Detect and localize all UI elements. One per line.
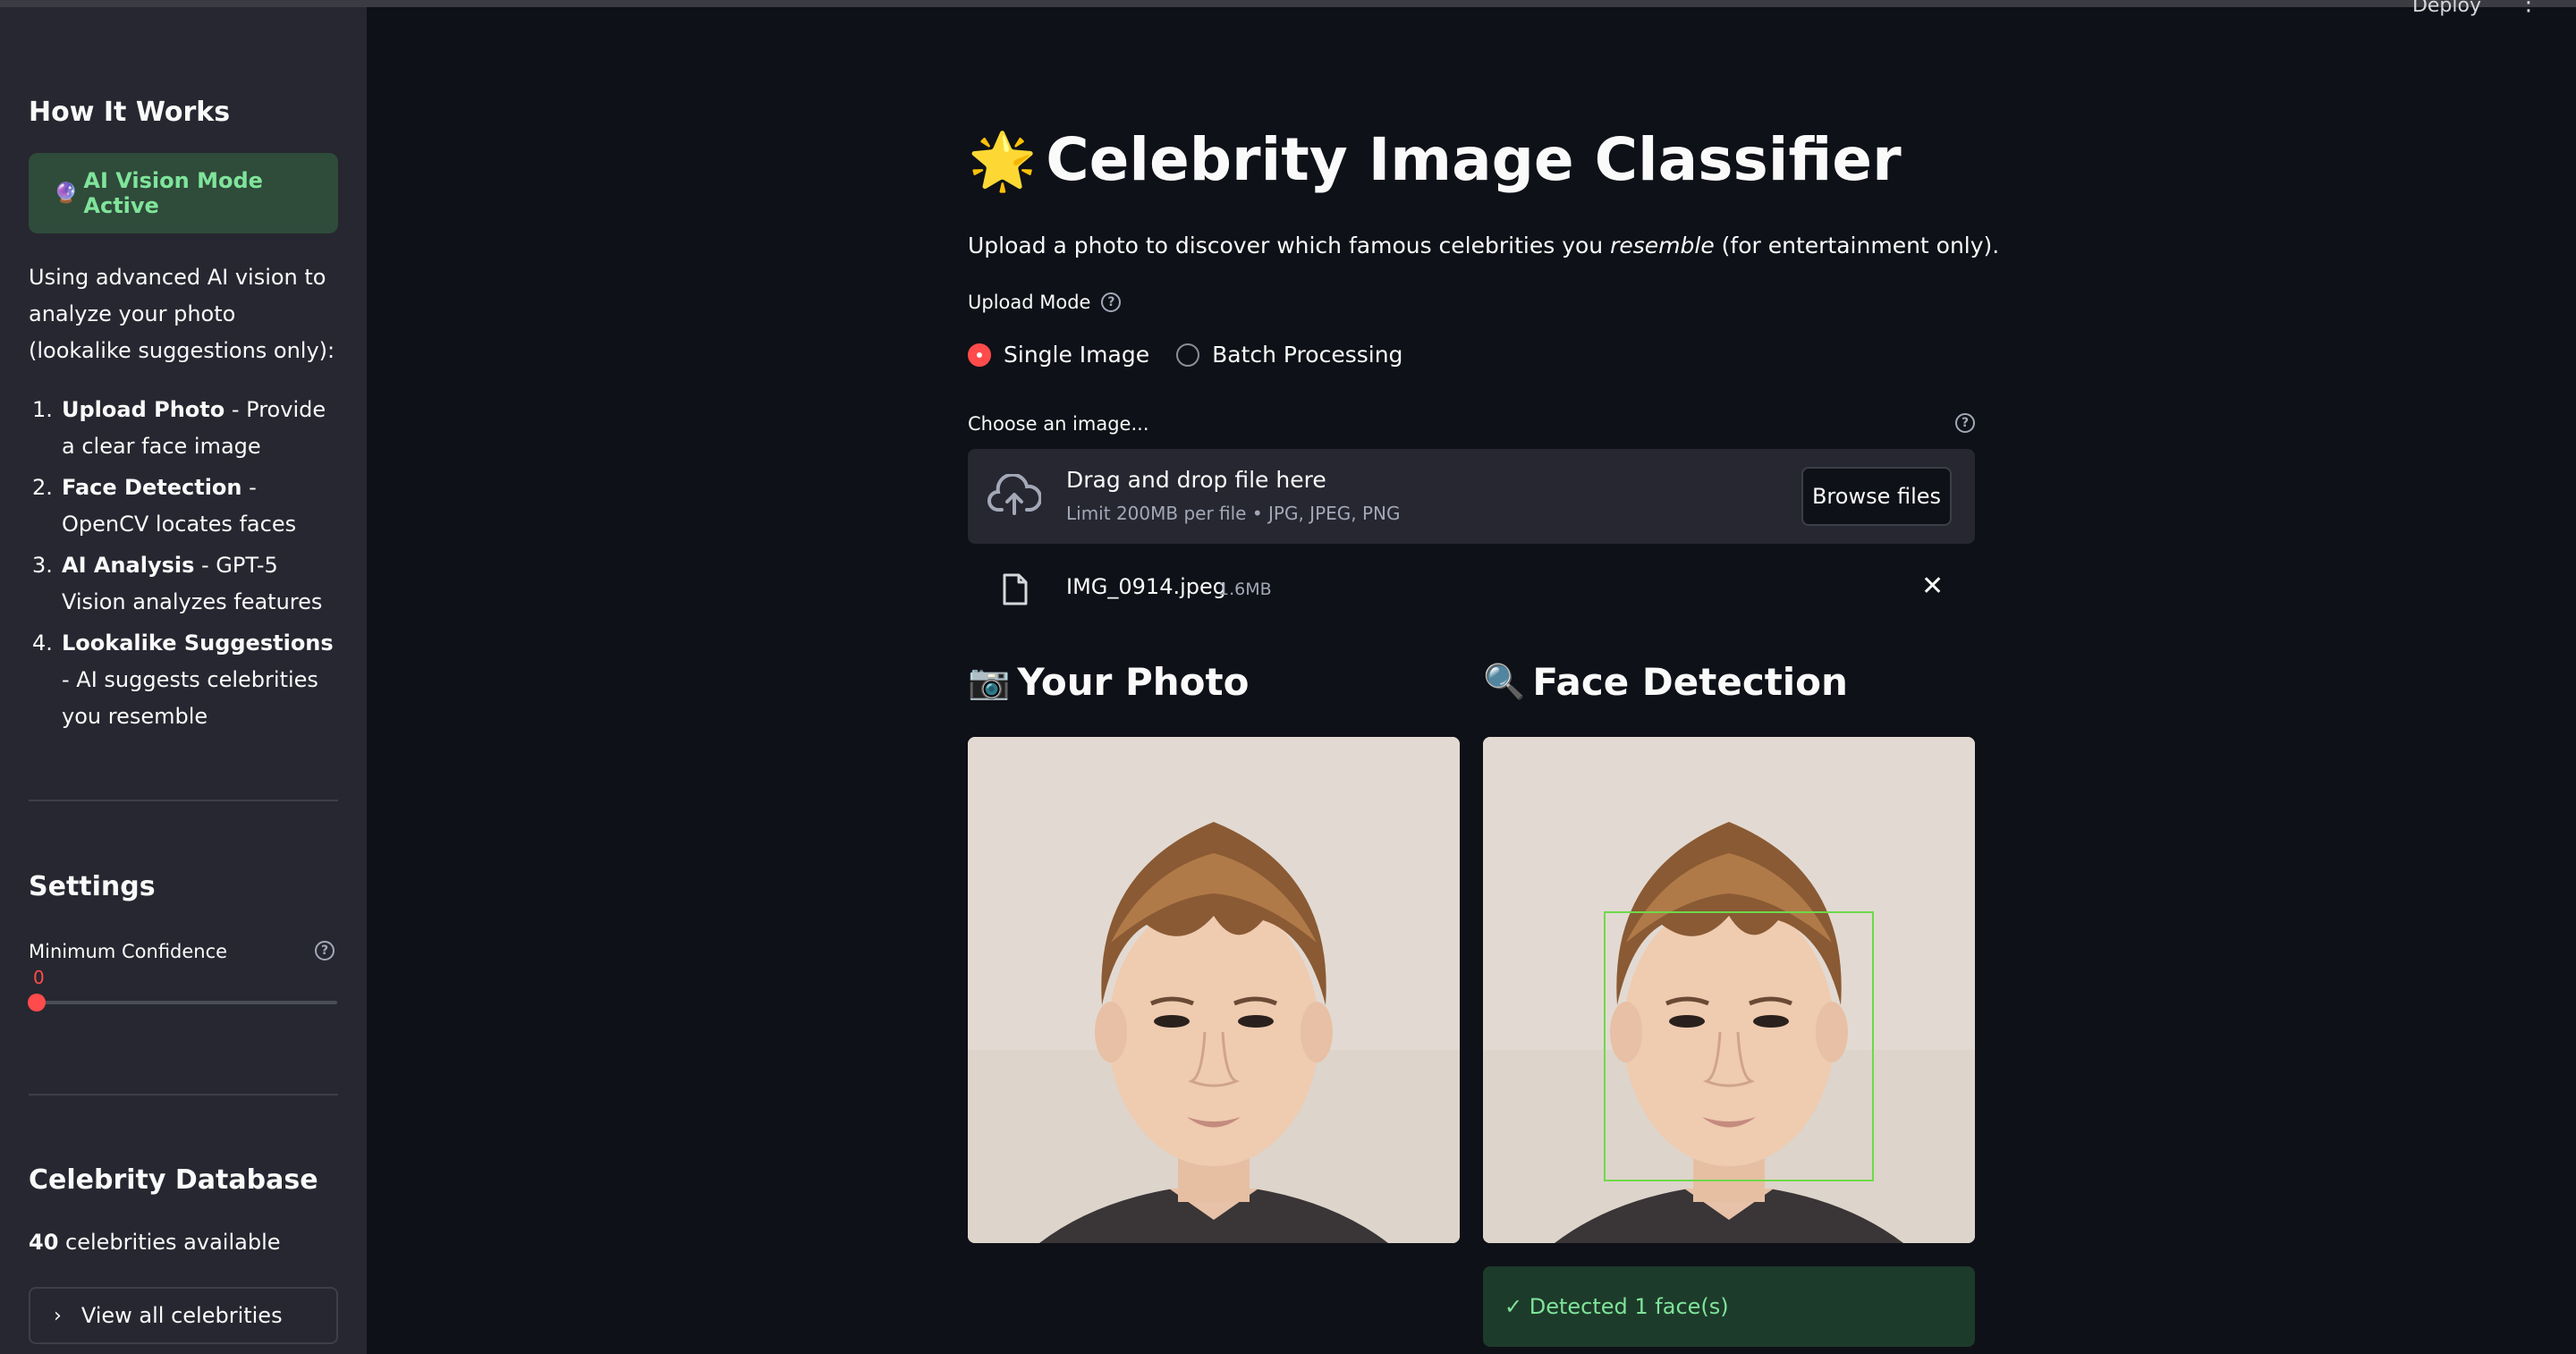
main-content: 🌟 Celebrity Image Classifier Upload a pho…: [968, 0, 1999, 1354]
help-icon[interactable]: ?: [1955, 413, 1975, 433]
file-name: IMG_0914.jpeg: [1066, 574, 1226, 599]
view-all-label: View all celebrities: [80, 1303, 283, 1328]
sidebar-divider: [29, 800, 338, 801]
magnifier-icon: 🔍: [1483, 662, 1526, 701]
your-photo-heading: 📷 Your Photo: [968, 660, 1250, 704]
help-icon[interactable]: ?: [315, 941, 335, 960]
view-all-celebrities-expander[interactable]: › View all celebrities: [29, 1287, 338, 1344]
steps-list: 1. Upload Photo - Provide a clear face im…: [29, 392, 338, 740]
crystal-ball-icon: 🔮: [54, 182, 79, 205]
radio-selected-icon: [968, 343, 991, 367]
uploaded-photo: [968, 737, 1460, 1243]
confidence-slider-track[interactable]: [37, 1001, 337, 1004]
face-detection-heading: 🔍 Face Detection: [1483, 660, 1848, 704]
top-toolbar: Deploy ⋮: [2412, 0, 2540, 20]
upload-mode-label: Upload Mode ?: [968, 292, 1122, 313]
help-icon[interactable]: ?: [1101, 292, 1122, 312]
remove-file-icon[interactable]: ✕: [1921, 571, 1944, 602]
confidence-value: 0: [33, 967, 45, 988]
choose-image-label: Choose an image...: [968, 413, 1149, 435]
page-subtitle: Upload a photo to discover which famous …: [968, 233, 2000, 258]
upload-mode-radio-group: Single Image Batch Processing: [968, 342, 1402, 368]
browse-files-button[interactable]: Browse files: [1801, 467, 1952, 526]
ai-mode-badge-label: AI Vision Mode Active: [83, 168, 263, 218]
file-icon: [1003, 573, 1028, 605]
dropzone-limit: Limit 200MB per file • JPG, JPEG, PNG: [1066, 503, 1401, 524]
sidebar-divider: [29, 1094, 338, 1096]
list-item: 4. Lookalike Suggestions - AI suggests ce…: [32, 630, 334, 729]
cloud-upload-icon: [987, 474, 1041, 515]
confidence-label: Minimum Confidence: [29, 941, 228, 962]
celebrity-database-heading: Celebrity Database: [29, 1164, 318, 1196]
how-it-works-heading: How It Works: [29, 97, 231, 128]
camera-icon: 📷: [968, 662, 1011, 701]
detection-success-alert: ✓ Detected 1 face(s): [1483, 1266, 1975, 1347]
face-detection-photo: [1483, 737, 1975, 1243]
main-menu-icon[interactable]: ⋮: [2517, 0, 2540, 14]
uploaded-file-row: IMG_0914.jpeg 1.6MB ✕: [968, 558, 1975, 617]
list-item: 3. AI Analysis - GPT-5 Vision analyzes fe…: [32, 553, 323, 614]
radio-single-image[interactable]: Single Image: [968, 342, 1149, 368]
confidence-slider-thumb[interactable]: [28, 994, 46, 1011]
list-item: 1. Upload Photo - Provide a clear face im…: [32, 397, 326, 459]
how-it-works-intro: Using advanced AI vision to analyze your…: [29, 265, 335, 363]
sidebar: How It Works 🔮 AI Vision Mode Active Usi…: [0, 7, 367, 1354]
radio-batch-processing[interactable]: Batch Processing: [1176, 342, 1402, 368]
deploy-button[interactable]: Deploy: [2412, 0, 2481, 17]
file-size: 1.6MB: [1218, 580, 1272, 599]
star-icon: 🌟: [968, 128, 1038, 193]
chevron-right-icon: ›: [54, 1304, 62, 1327]
settings-heading: Settings: [29, 871, 156, 902]
radio-unselected-icon: [1176, 343, 1200, 367]
file-dropzone[interactable]: Drag and drop file here Limit 200MB per …: [968, 449, 1975, 544]
dropzone-title: Drag and drop file here: [1066, 467, 1326, 493]
celebrity-count: 40 celebrities available: [29, 1230, 281, 1255]
ai-mode-badge: 🔮 AI Vision Mode Active: [29, 153, 338, 233]
page-title: 🌟 Celebrity Image Classifier: [968, 125, 1902, 194]
list-item: 2. Face Detection - OpenCV locates faces: [32, 475, 297, 537]
